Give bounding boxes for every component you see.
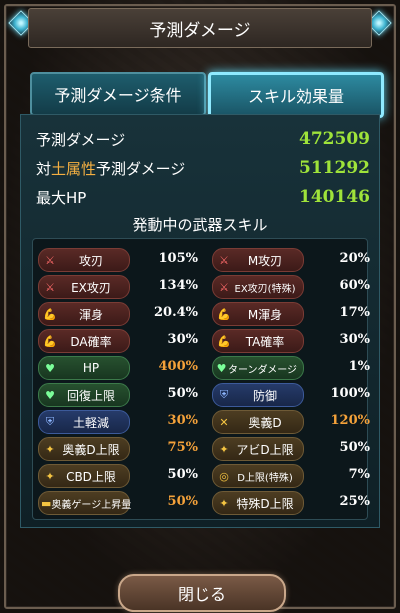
- skill-value: 30%: [167, 413, 198, 428]
- arm-icon: 💪: [217, 307, 231, 321]
- skill-name: HP: [82, 361, 100, 375]
- skill-name: 土軽減: [72, 415, 109, 430]
- skill-name: 奥義ゲージ上昇量: [51, 499, 132, 511]
- skill-value: 17%: [339, 305, 370, 320]
- window-title: 予測ダメージ: [28, 8, 372, 48]
- skill-pill: ▬ 奥義ゲージ上昇量: [38, 491, 131, 515]
- skill-name: D上限(特殊): [237, 472, 293, 484]
- skill-pill: ♥ ターンダメージ: [212, 356, 304, 380]
- arm-icon: 💪: [43, 334, 57, 348]
- element-prefix: 対: [36, 159, 52, 178]
- sword-icon: ⚔: [219, 280, 229, 294]
- hp-label: 最大HP: [36, 188, 87, 207]
- heart-icon: ♥: [45, 388, 55, 402]
- tab-skill-effects[interactable]: スキル効果量: [208, 72, 384, 118]
- skill-pill: ⚔ M攻刃: [212, 248, 304, 272]
- skill-pill: ✦ 奥義D上限: [38, 437, 130, 461]
- shield-icon: ⛨: [45, 415, 55, 428]
- ougi-icon: ✦: [219, 442, 229, 456]
- damage-value: 472509: [299, 129, 370, 149]
- skill-value: 60%: [339, 278, 370, 293]
- skill-name: 攻刃: [78, 253, 103, 268]
- skill-value: 134%: [158, 278, 199, 293]
- skill-value: 30%: [167, 332, 198, 347]
- skill-pill: ✕ 奥義D: [212, 410, 304, 434]
- skill-pill: ✦ アビD上限: [212, 437, 304, 461]
- gauge-icon: ▬: [41, 496, 52, 510]
- skill-name: 奥義D上限: [62, 442, 120, 457]
- skill-value: 50%: [167, 386, 198, 401]
- ougi-icon: ✦: [219, 496, 229, 510]
- skill-value: 105%: [158, 251, 199, 266]
- arm-icon: 💪: [43, 307, 57, 321]
- skill-pill: ✦ CBD上限: [38, 464, 130, 488]
- skill-name: アビD上限: [236, 442, 294, 457]
- skill-value: 25%: [339, 494, 370, 509]
- skill-value: 50%: [167, 467, 198, 482]
- skill-name: 特殊D上限: [236, 496, 294, 511]
- skill-value: 1%: [348, 359, 370, 374]
- skill-name: DA確率: [70, 334, 112, 349]
- skill-name: EX攻刃: [71, 280, 111, 295]
- skill-pill: ⛨ 防御: [212, 383, 304, 407]
- skill-pill: ⛨ 土軽減: [38, 410, 130, 434]
- skill-pill: ⚔ EX攻刃(特殊): [212, 275, 304, 299]
- skill-pill: ◎ D上限(特殊): [212, 464, 304, 488]
- skill-name: 渾身: [78, 307, 103, 322]
- skill-name: ターンダメージ: [228, 364, 297, 376]
- skill-value: 20.4%: [153, 305, 198, 320]
- skill-name: M攻刃: [247, 253, 283, 268]
- skill-value: 100%: [330, 386, 371, 401]
- skill-pill: ♥ HP: [38, 356, 130, 380]
- skill-pill: 💪 TA確率: [212, 329, 304, 353]
- skill-value: 120%: [330, 413, 371, 428]
- element-damage-row: 対土属性予測ダメージ 511292: [36, 155, 370, 181]
- skill-value: 20%: [339, 251, 370, 266]
- damage-row: 予測ダメージ 472509: [36, 126, 370, 152]
- skill-name: CBD上限: [66, 469, 116, 484]
- heart-icon: ♥: [216, 361, 227, 375]
- ring-icon: ◎: [219, 469, 229, 483]
- tab-damage-conditions[interactable]: 予測ダメージ条件: [30, 72, 206, 116]
- heart-icon: ♥: [45, 361, 55, 375]
- arm-icon: 💪: [217, 334, 231, 348]
- element-suffix: 予測ダメージ: [96, 159, 186, 178]
- skill-name: TA確率: [245, 334, 285, 349]
- shield-icon: ⛨: [219, 388, 229, 401]
- skill-name: 回復上限: [66, 388, 115, 403]
- skill-pill: ✦ 特殊D上限: [212, 491, 304, 515]
- skill-name: EX攻刃(特殊): [234, 283, 296, 295]
- skill-pill: 💪 M渾身: [212, 302, 304, 326]
- hp-value: 140146: [299, 187, 370, 207]
- skill-name: 奥義D: [248, 415, 282, 430]
- damage-label: 予測ダメージ: [36, 130, 126, 149]
- sword-icon: ⚔: [45, 253, 55, 267]
- skill-name: M渾身: [247, 307, 283, 322]
- skill-pill: ♥ 回復上限: [38, 383, 130, 407]
- skills-heading: 発動中の武器スキル: [132, 216, 268, 234]
- close-button[interactable]: 閉じる: [118, 574, 286, 612]
- skill-value: 50%: [167, 494, 198, 509]
- element-name: 土属性: [51, 159, 97, 178]
- skill-pill: ⚔ EX攻刃: [38, 275, 130, 299]
- skill-value: 7%: [348, 467, 370, 482]
- skill-pill: 💪 DA確率: [38, 329, 130, 353]
- hp-row: 最大HP 140146: [36, 184, 370, 210]
- skill-value: 400%: [158, 359, 199, 374]
- skill-value: 50%: [339, 440, 370, 455]
- skill-pill: 💪 渾身: [38, 302, 130, 326]
- ougi-icon: ✦: [45, 469, 55, 483]
- skill-value: 75%: [167, 440, 198, 455]
- skill-value: 30%: [339, 332, 370, 347]
- element-damage-value: 511292: [299, 158, 370, 178]
- sword-icon: ⚔: [219, 253, 229, 267]
- cross-swords-icon: ✕: [219, 415, 229, 429]
- skill-name: 防御: [252, 388, 277, 403]
- element-damage-label: 対土属性予測ダメージ: [36, 158, 185, 179]
- skill-pill: ⚔ 攻刃: [38, 248, 130, 272]
- sword-icon: ⚔: [45, 280, 55, 294]
- ougi-icon: ✦: [45, 442, 55, 456]
